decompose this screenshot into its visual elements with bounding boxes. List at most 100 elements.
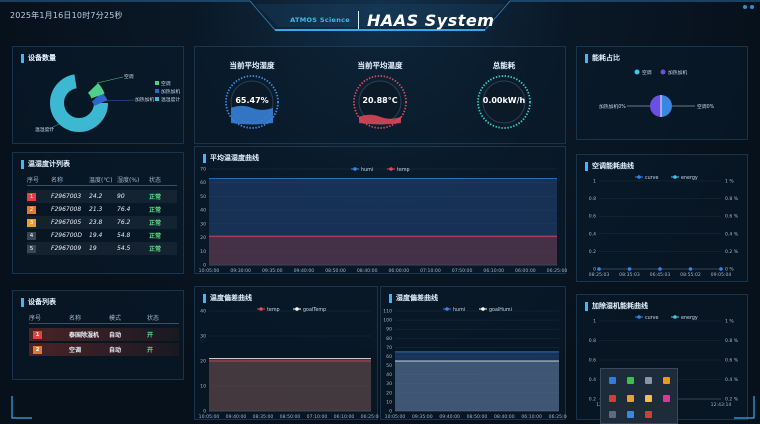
table-row[interactable]: 2 空调 自动 开 [29,343,179,356]
y-tick: 10 [200,384,206,390]
data-point[interactable] [658,267,662,271]
humi-value: 90 [117,193,125,200]
y-tick: 100 [383,318,392,324]
device-table-body: 1 泰国除湿机 自动开 2 空调 自动开 [29,328,179,356]
x-tick: 08:40:00 [357,268,378,274]
y-tick-right: 0 % [725,267,734,273]
x-tick: 06:00:00 [515,268,536,274]
data-point[interactable] [597,267,601,271]
y-tick: 20 [200,359,206,365]
y-tick: 0.4 [589,231,596,237]
table-row: 1 F2967003 24.2 90 正常 [27,190,177,203]
device-name: 泰国除湿机 [69,332,100,339]
device-name: F2967008 [51,206,82,213]
legend-label: humi [361,167,373,173]
col-index: 序号 [29,314,42,322]
data-point[interactable] [688,267,693,271]
legend-dot[interactable] [637,175,641,179]
app-title: HAAS System [367,10,495,30]
table-row: 2 F2967008 21.3 76.4 正常 [27,203,177,216]
device-count-title: 设备数量 [21,53,56,63]
series-area [209,361,371,411]
device-list-title: 设备列表 [21,297,56,307]
x-tick: 10:05:00 [385,414,406,420]
index-badge: 3 [27,218,51,227]
legend-dot[interactable] [637,315,641,319]
status-badge: 开 [147,347,154,354]
gauge-title: 当前平均湿度 [229,61,275,70]
legend-dot[interactable] [673,175,677,179]
humi-dev-panel: 湿度偏差曲线 humi goalHumi 110 100 90 80 70 60 50 40 30 2… [380,286,567,420]
avg-temp-humi-chart: humi temp 70 60 50 40 30 20 10 010:05:00 09:30:00 0… [199,167,567,275]
col-name: 名称 [51,176,64,184]
legend-label: goalTemp [303,307,326,313]
notes-icon[interactable] [645,395,652,402]
x-tick: 10:05:00 [199,414,220,420]
x-tick: 09:30:00 [230,268,251,274]
index-number: 3 [27,218,36,227]
legend-label: temp [397,167,410,173]
x-tick: 07:10:00 [307,414,328,420]
corner-decoration-right [734,396,755,419]
ac-energy-panel: 空调能耗曲线 curve energy 1 0.8 0.6 0.4 0.2 0 1 % 0.8 %… [576,154,748,282]
gauge-title: 当前平均温度 [357,61,403,70]
y-tick: 1 [593,179,596,185]
device-name: 空调 [69,347,82,354]
y-tick-right: 0.6 % [725,214,739,220]
legend-dot[interactable] [295,307,299,311]
tool-icon[interactable] [645,411,652,418]
brand-logo: ATMOS Science [290,16,350,24]
gauge-value: 65.47% [235,96,269,105]
folder-icon[interactable] [627,395,634,402]
legend-label: temp [267,307,280,313]
status-badge: 正常 [149,220,162,227]
x-tick: 09:40:00 [226,414,247,420]
search-icon[interactable] [663,377,670,384]
media-icon[interactable] [663,395,670,402]
x-tick: 08:50:00 [280,414,301,420]
y-tick: 0.8 [589,338,596,344]
y-tick: 0.4 [589,377,596,383]
x-tick: 07:10:00 [420,268,441,274]
y-tick-right: 0.6 % [725,358,739,364]
y-tick: 60 [386,354,392,360]
col-mode: 模式 [109,314,122,322]
corner-decoration-left [11,396,32,419]
humi-value: 54.8 [117,232,131,239]
legend-dot[interactable] [445,307,449,311]
status-badge: 正常 [149,207,162,214]
col-temp: 温度(℃) [89,176,113,184]
antivirus-icon[interactable] [609,395,616,402]
x-tick: 08:50:00 [325,268,346,274]
data-point[interactable] [719,267,723,271]
y-tick: 30 [386,381,392,387]
legend-label: energy [681,315,698,321]
wechat-icon[interactable] [627,377,634,384]
bluetooth-icon[interactable] [609,377,616,384]
cloud-icon[interactable] [627,411,634,418]
humi-value: 76.2 [117,219,131,226]
device-list-panel: 设备列表 序号 名称 模式 状态 1 泰国除湿机 自动开 2 空调 自动开 [12,290,184,380]
temp-value: 24.2 [89,193,103,200]
index-badge: 2 [29,345,69,354]
timestamp: 2025年1月16日10时7分25秒 [10,11,123,20]
x-tick: 09:40:00 [294,268,315,274]
x-tick: 06:25:00 [547,268,567,274]
legend-ac: 空调 [642,69,652,76]
legend-dot[interactable] [673,315,677,319]
temp-value: 19 [89,245,97,252]
index-number: 5 [27,244,36,253]
data-point[interactable] [627,267,632,271]
table-row[interactable]: 1 泰国除湿机 自动 开 [29,328,179,341]
avg-chart-panel: 平均温湿度曲线 humi temp 70 60 50 40 30 20 10 0 10:05:00 0… [194,146,567,275]
temp-value: 23.8 [89,219,103,226]
y-tick: 0.6 [589,214,596,220]
legend-dot[interactable] [259,307,263,311]
network-icon[interactable] [609,411,616,418]
legend-thermo: 温湿度计 [161,96,180,103]
x-tick: 08:55:02 [680,272,701,278]
legend-dot[interactable] [481,307,485,311]
index-number: 1 [33,330,42,339]
thermo-table-body: 1 F2967003 24.2 90 正常 2 F2967008 21.3 76.4 正常 3 F29… [27,190,177,255]
app-icon[interactable] [645,377,652,384]
